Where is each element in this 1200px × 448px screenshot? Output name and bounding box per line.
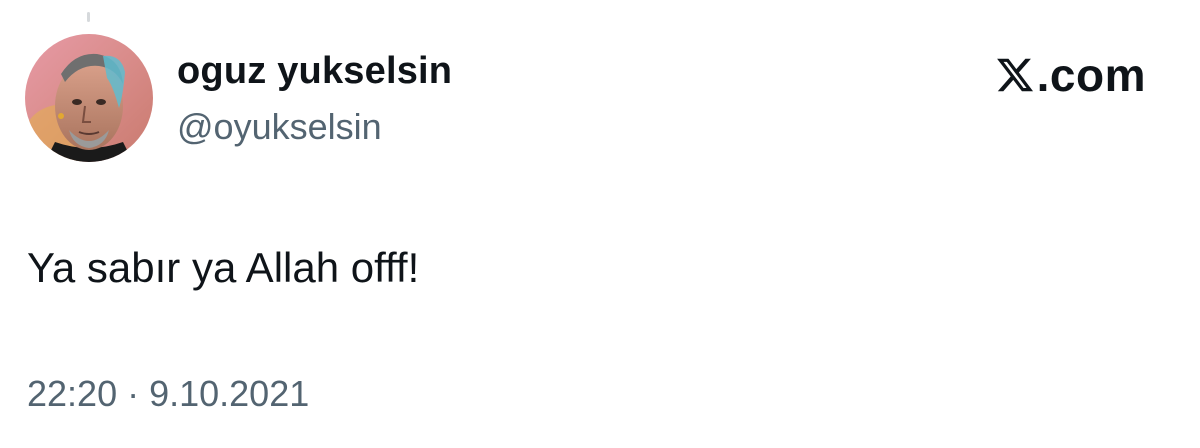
tweet-text: Ya sabır ya Allah offf! [27, 244, 420, 291]
author-handle[interactable]: @oyukselsin [177, 106, 382, 148]
tweet-date: 9.10.2021 [149, 373, 310, 414]
author-display-name[interactable]: oguz yukselsin [177, 50, 452, 93]
x-logo-icon [996, 58, 1033, 92]
tweet-timestamp[interactable]: 22:20 · 9.10.2021 [27, 373, 309, 415]
avatar[interactable] [25, 34, 153, 162]
tweet-time: 22:20 [27, 373, 118, 414]
avatar-image [25, 34, 153, 162]
top-indicator [87, 12, 90, 22]
brand-logo: .com [995, 48, 1146, 102]
timestamp-separator: · [127, 373, 140, 414]
brand-text: .com [1036, 49, 1146, 101]
